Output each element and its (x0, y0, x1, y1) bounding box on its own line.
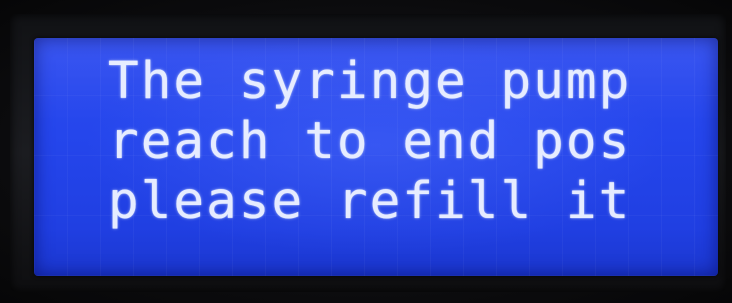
lcd-text-area: The syringe pump reach to end pos please… (108, 52, 708, 232)
lcd-display: The syringe pump reach to end pos please… (34, 38, 718, 276)
photo: The syringe pump reach to end pos please… (0, 0, 732, 303)
lcd-line-1: The syringe pump (108, 52, 632, 111)
lcd-line-3: please refill it (108, 172, 632, 231)
lcd-line-2: reach to end pos (108, 112, 632, 171)
